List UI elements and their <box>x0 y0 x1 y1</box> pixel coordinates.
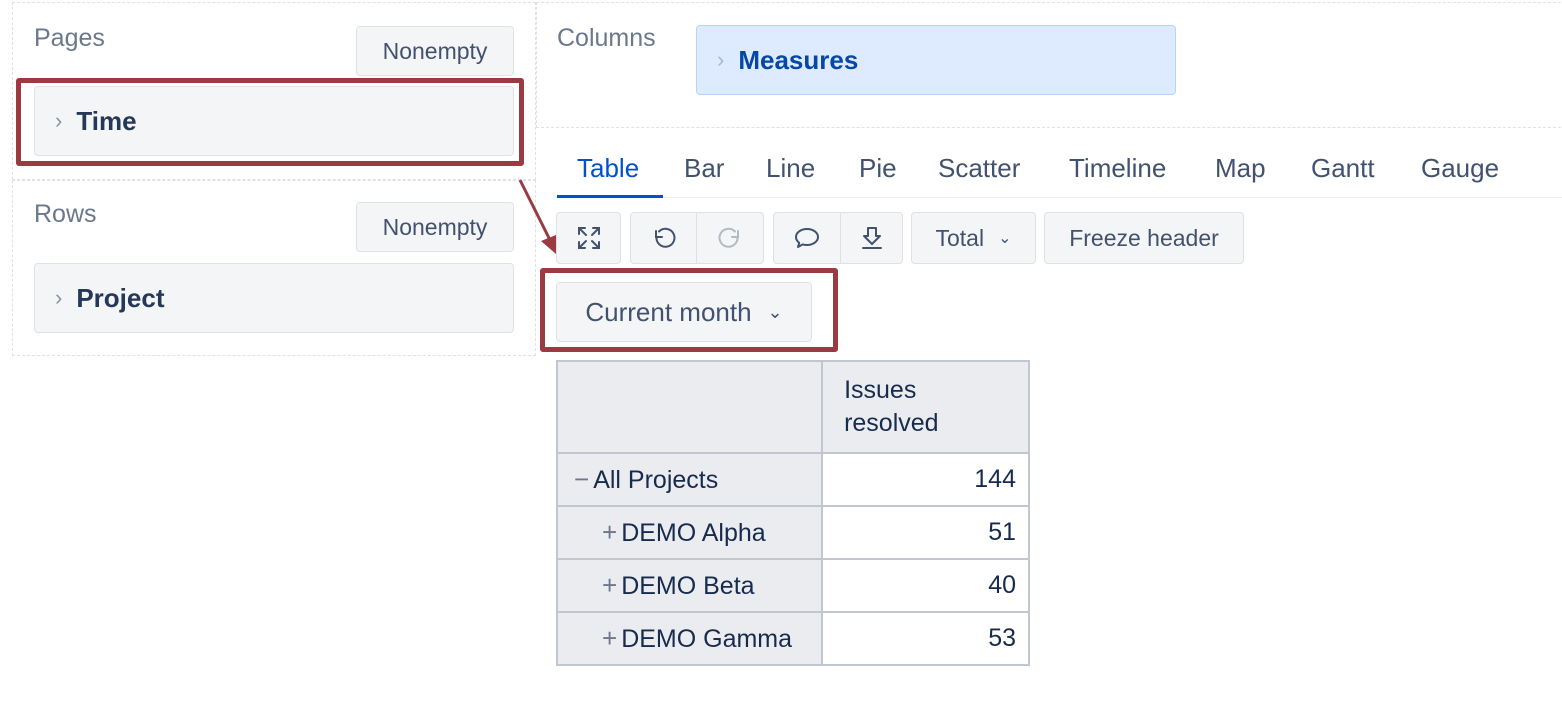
table-row: + DEMO Beta 40 <box>555 558 1030 613</box>
cell-value: 51 <box>821 505 1030 560</box>
row-header-all-projects[interactable]: − All Projects <box>555 452 824 507</box>
chevron-right-icon: › <box>717 47 725 72</box>
redo-icon <box>718 227 739 248</box>
tab-gantt[interactable]: Gantt <box>1311 153 1375 184</box>
tab-map[interactable]: Map <box>1215 153 1266 184</box>
columns-label: Columns <box>557 24 656 52</box>
undo-button[interactable] <box>630 212 697 264</box>
time-highlight-box <box>16 78 524 166</box>
table-row: + DEMO Alpha 51 <box>555 505 1030 560</box>
download-icon <box>861 227 882 249</box>
tab-gauge[interactable]: Gauge <box>1421 153 1499 184</box>
corner-cell <box>555 360 824 454</box>
page-filter-highlight-box <box>540 268 838 352</box>
expand-icon[interactable]: + <box>602 570 617 600</box>
collapse-icon[interactable]: − <box>574 464 589 494</box>
total-dropdown[interactable]: Total ⌄ <box>911 212 1036 264</box>
column-header-issues-resolved[interactable]: Issues resolved <box>821 360 1030 454</box>
table-row: + DEMO Gamma 53 <box>555 611 1030 666</box>
row-header-demo-beta[interactable]: + DEMO Beta <box>555 558 824 613</box>
download-button[interactable] <box>840 212 903 264</box>
chevron-right-icon: › <box>55 285 63 310</box>
redo-button[interactable] <box>696 212 764 264</box>
fullscreen-icon <box>577 227 600 249</box>
annotation-arrow <box>518 179 556 254</box>
tab-scatter[interactable]: Scatter <box>938 153 1020 184</box>
dimension-label: Project <box>76 282 165 313</box>
expand-icon[interactable]: + <box>602 517 617 547</box>
pages-label: Pages <box>34 24 105 52</box>
rows-dimension-project[interactable]: › Project <box>34 263 514 333</box>
tab-timeline[interactable]: Timeline <box>1069 153 1166 184</box>
tab-pie[interactable]: Pie <box>859 153 897 184</box>
table-row: − All Projects 144 <box>555 452 1030 507</box>
row-header-demo-alpha[interactable]: + DEMO Alpha <box>555 505 824 560</box>
freeze-header-button[interactable]: Freeze header <box>1044 212 1244 264</box>
row-header-demo-gamma[interactable]: + DEMO Gamma <box>555 611 824 666</box>
cell-value: 40 <box>821 558 1030 613</box>
comment-button[interactable] <box>773 212 841 264</box>
expand-icon[interactable]: + <box>602 623 617 653</box>
table-header-row: Issues resolved <box>555 360 1030 454</box>
tab-line[interactable]: Line <box>766 153 815 184</box>
pages-nonempty-button[interactable]: Nonempty <box>356 26 514 76</box>
tab-table-underline <box>557 195 663 198</box>
tab-table[interactable]: Table <box>577 153 639 184</box>
cell-value: 53 <box>821 611 1030 666</box>
rows-label: Rows <box>34 200 97 228</box>
tab-bar[interactable]: Bar <box>684 153 724 184</box>
pivot-table: Issues resolved − All Projects 144 + DEMO … <box>555 360 1030 666</box>
chevron-down-icon: ⌄ <box>998 230 1012 247</box>
rows-nonempty-button[interactable]: Nonempty <box>356 202 514 252</box>
columns-measures-chip[interactable]: › Measures <box>696 25 1176 95</box>
total-label: Total <box>935 224 985 251</box>
cell-value: 144 <box>821 452 1030 507</box>
undo-icon <box>654 227 675 248</box>
comment-icon <box>795 228 819 248</box>
measures-label: Measures <box>738 44 859 75</box>
